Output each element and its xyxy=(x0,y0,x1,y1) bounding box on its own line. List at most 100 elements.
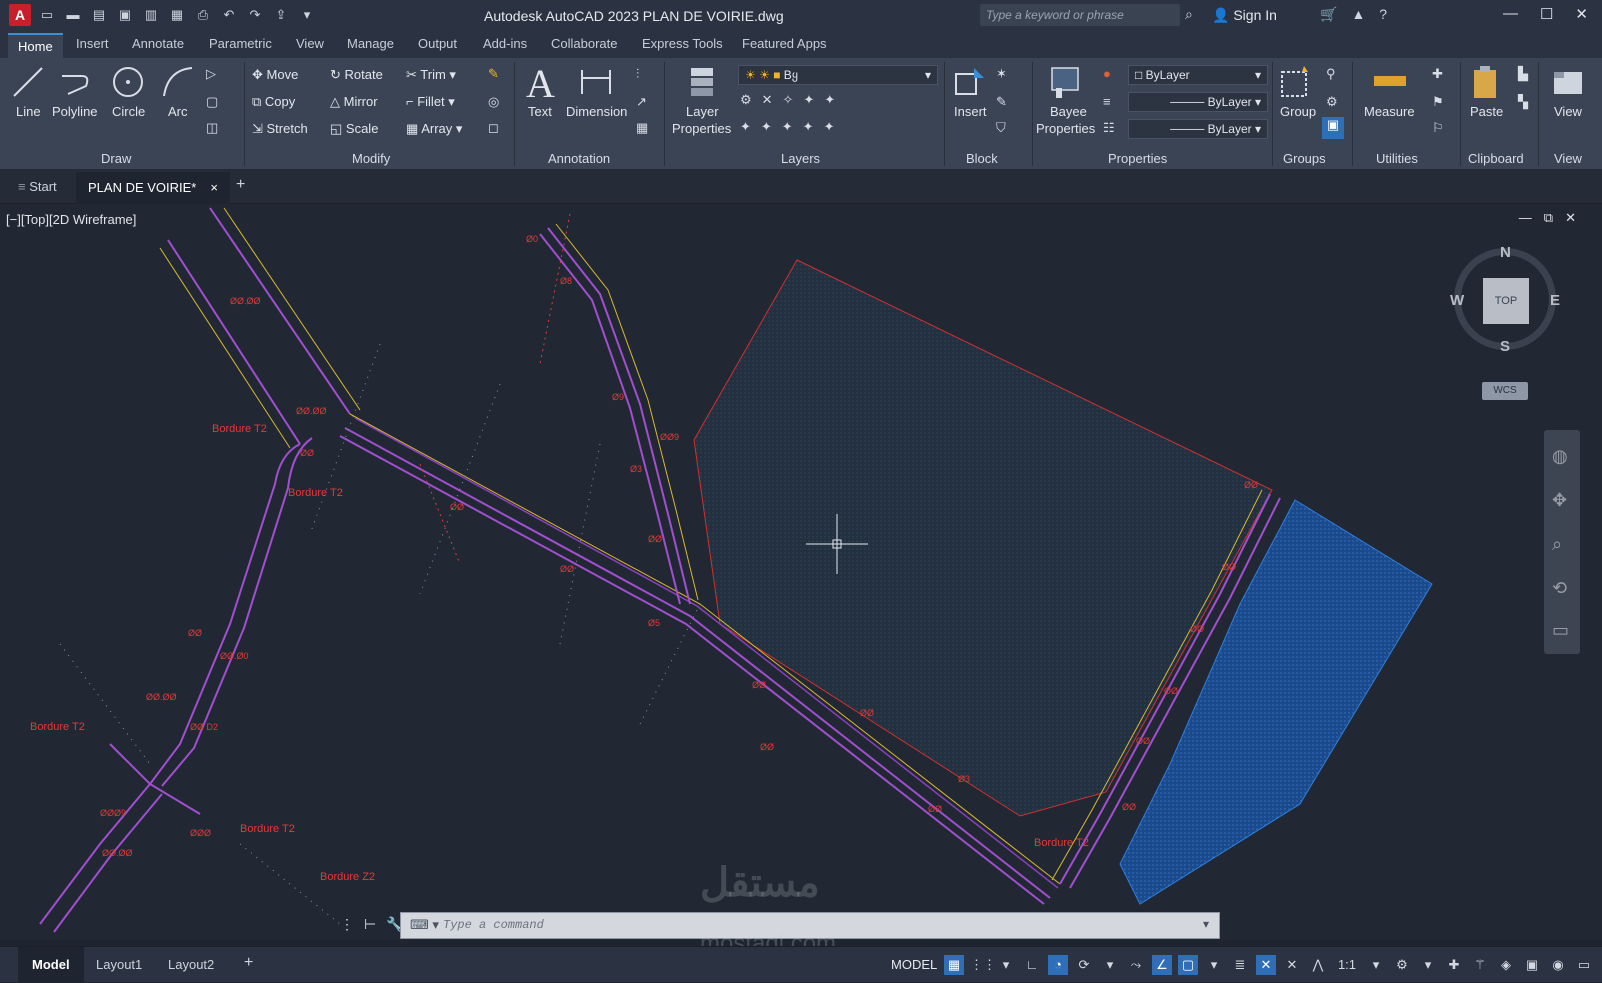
customize-icon[interactable]: ⊢ xyxy=(364,916,376,933)
lineweight-icon[interactable]: ≣ xyxy=(1230,955,1250,975)
groups-panel-title[interactable]: Groups xyxy=(1283,151,1326,166)
dynamic-ucs-icon[interactable]: ⤳ xyxy=(1126,955,1146,975)
copy-button[interactable]: ⧉ Copy xyxy=(252,94,295,110)
edit-block-icon[interactable]: ✎ xyxy=(996,94,1012,110)
tab-manage[interactable]: Manage xyxy=(347,36,394,51)
workspace-dropdown-icon[interactable]: ▾ xyxy=(1418,955,1438,975)
group-select-icon[interactable]: ▣ xyxy=(1322,117,1344,139)
view-icon[interactable] xyxy=(1550,64,1586,100)
showmotion-icon[interactable]: ▭ xyxy=(1552,620,1569,641)
multileader-icon[interactable]: ↗ xyxy=(636,94,652,110)
scale-button[interactable]: ◱ Scale xyxy=(330,121,378,137)
lineweight-dropdown[interactable]: ──── ByLayer ▾ xyxy=(1128,119,1268,139)
viewcube-top-face[interactable]: TOP xyxy=(1483,278,1529,324)
quick-select-icon[interactable]: ⚑ xyxy=(1432,94,1448,110)
match-properties-line2[interactable]: Properties xyxy=(1036,121,1095,136)
insert-block-icon[interactable] xyxy=(952,64,988,100)
layout-tab-layout1[interactable]: Layout1 xyxy=(96,957,142,972)
snap-icon[interactable]: ⋮⋮ xyxy=(970,955,996,975)
polyline-icon[interactable] xyxy=(58,64,94,100)
circle-icon[interactable] xyxy=(110,64,146,100)
open-web-icon[interactable]: ▤ xyxy=(90,6,108,24)
search-input[interactable]: Type a keyword or phrase xyxy=(980,4,1180,26)
maximize-icon[interactable]: ☐ xyxy=(1540,5,1553,23)
leader-icon[interactable]: ⫶ xyxy=(636,66,652,82)
arc-icon[interactable] xyxy=(160,64,196,100)
full-navigation-wheel-icon[interactable]: ◍ xyxy=(1552,446,1568,467)
ortho-icon[interactable]: ∟ xyxy=(1022,955,1042,975)
viewport-restore-icon[interactable]: ⧉ xyxy=(1544,210,1553,226)
modify-panel-title[interactable]: Modify xyxy=(352,151,390,166)
mirror-button[interactable]: △ Mirror xyxy=(330,94,378,110)
layout-tab-layout2[interactable]: Layout2 xyxy=(168,957,214,972)
save-icon[interactable]: ▣ xyxy=(116,6,134,24)
tab-collaborate[interactable]: Collaborate xyxy=(551,36,618,51)
offset-icon[interactable]: ◻ xyxy=(488,120,504,136)
linetype-icon[interactable]: ≡ xyxy=(1103,94,1119,110)
erase-icon[interactable]: ✎ xyxy=(488,66,504,82)
save-web-icon[interactable]: ▥ xyxy=(142,6,160,24)
plot-icon[interactable]: ⎙ xyxy=(194,6,212,24)
osnap-icon[interactable]: ∠ xyxy=(1152,955,1172,975)
select-all-icon[interactable]: ⚐ xyxy=(1432,120,1448,136)
dimension-icon[interactable] xyxy=(578,64,614,100)
object-snap-icon[interactable]: ▢ xyxy=(1178,955,1198,975)
color-dropdown[interactable]: □ ByLayer ▾ xyxy=(1128,65,1268,85)
close-tab-icon[interactable]: × xyxy=(210,180,218,195)
snap-dropdown-icon[interactable]: ▾ xyxy=(996,955,1016,975)
annotation-scale-value[interactable]: 1:1 xyxy=(1334,955,1360,975)
add-layout-button[interactable]: + xyxy=(244,954,253,972)
layer-dropdown[interactable]: ☀ ☀ ■ Bყ ▾ xyxy=(738,65,938,85)
utilities-panel-title[interactable]: Utilities xyxy=(1376,151,1418,166)
draw-panel-title[interactable]: Draw xyxy=(101,151,131,166)
measure-button[interactable]: Measure xyxy=(1364,104,1415,119)
isolate-objects-icon[interactable]: ◉ xyxy=(1548,955,1568,975)
graphics-performance-icon[interactable]: ▭ xyxy=(1574,955,1594,975)
open-icon[interactable]: ▬ xyxy=(64,6,82,24)
layer-properties-line2[interactable]: Properties xyxy=(672,121,731,136)
dimension-button[interactable]: Dimension xyxy=(566,104,627,119)
viewport-close-icon[interactable]: ✕ xyxy=(1565,210,1576,226)
tab-addins[interactable]: Add-ins xyxy=(483,36,527,51)
hatch-icon[interactable]: ▢ xyxy=(206,94,222,110)
fillet-button[interactable]: ⌐ Fillet ▾ xyxy=(406,94,455,110)
ungroup-icon[interactable]: ⚲ xyxy=(1326,66,1342,82)
tab-express-tools[interactable]: Express Tools xyxy=(642,36,723,51)
polar-icon[interactable]: ◔ xyxy=(1048,955,1068,975)
group-button[interactable]: Group xyxy=(1280,104,1316,119)
sign-in-button[interactable]: 👤 Sign In xyxy=(1212,7,1277,24)
block-panel-title[interactable]: Block xyxy=(966,151,998,166)
paste-icon[interactable] xyxy=(1468,64,1504,100)
polyline-button[interactable]: Polyline xyxy=(52,104,98,119)
list-icon[interactable]: ☷ xyxy=(1103,120,1119,136)
array-button[interactable]: ▦ Array ▾ xyxy=(406,121,462,137)
redo-icon[interactable]: ↷ xyxy=(246,6,264,24)
minimize-icon[interactable]: — xyxy=(1503,5,1518,23)
cut-icon[interactable]: ▙ xyxy=(1518,66,1534,82)
table-icon[interactable]: ▦ xyxy=(636,120,652,136)
command-history-dropdown-icon[interactable]: ▾ xyxy=(1203,917,1209,931)
help-icon[interactable]: ? xyxy=(1379,6,1387,23)
share-icon[interactable]: ⇪ xyxy=(272,6,290,24)
layer-properties-line1[interactable]: Layer xyxy=(686,104,719,119)
layers-panel-title[interactable]: Layers xyxy=(781,151,820,166)
move-button[interactable]: ✥ Move xyxy=(252,67,298,83)
tab-insert[interactable]: Insert xyxy=(76,36,109,51)
tab-current-drawing[interactable]: PLAN DE VOIRIE* × xyxy=(76,172,230,204)
layer-properties-icon[interactable] xyxy=(685,64,721,100)
id-point-icon[interactable]: ✚ xyxy=(1432,66,1448,82)
text-button[interactable]: Text xyxy=(528,104,552,119)
pan-icon[interactable]: ✥ xyxy=(1552,490,1567,511)
tab-start[interactable]: ≡ Start xyxy=(18,179,57,194)
group-edit-icon[interactable]: ⚙ xyxy=(1326,94,1342,110)
view-panel-title[interactable]: View xyxy=(1554,151,1582,166)
paste-button[interactable]: Paste xyxy=(1470,104,1503,119)
compass-north[interactable]: N xyxy=(1500,244,1511,261)
drawing-canvas[interactable]: Ø0Ø8Ø9 ØØ9Ø3ØØ ØØØØØ5 ØØØØØØ ØØØ3ØØ ØØØØ… xyxy=(0,204,1602,940)
trim-button[interactable]: ✂ Trim ▾ xyxy=(406,67,456,83)
boundary-icon[interactable]: ◫ xyxy=(206,120,222,136)
drag-handle-icon[interactable]: ⋮ xyxy=(340,916,354,933)
measure-icon[interactable] xyxy=(1372,64,1408,100)
view-button[interactable]: View xyxy=(1554,104,1582,119)
match-properties-icon[interactable] xyxy=(1048,64,1084,100)
